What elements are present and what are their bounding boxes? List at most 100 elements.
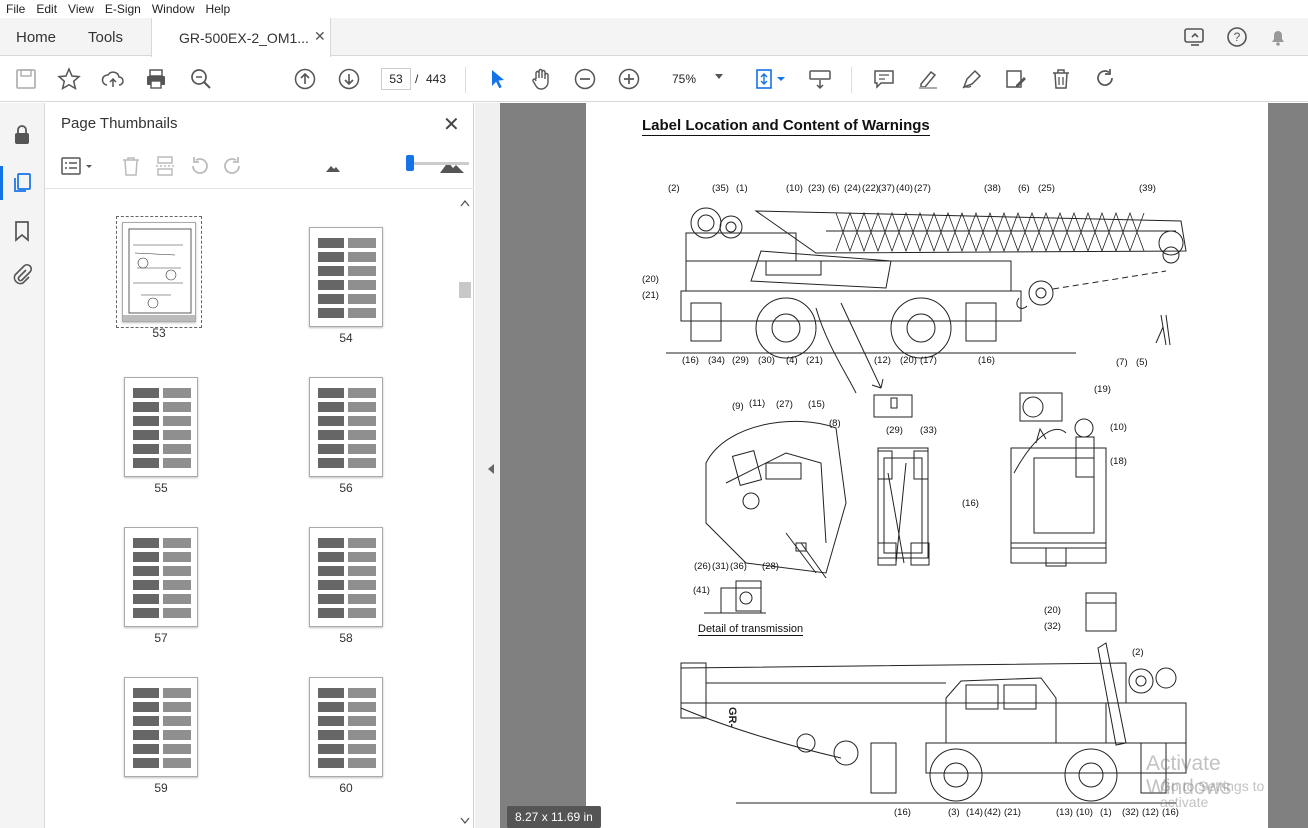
select-cursor-icon[interactable] [486,67,510,91]
keyboard-scroll-icon[interactable] [808,67,832,91]
thumbnail-options-menu-icon[interactable] [61,155,95,177]
callout-label-top: (20) [642,274,659,285]
menu-file[interactable]: File [6,2,25,16]
page-thumbnail[interactable] [124,377,198,477]
menu-view[interactable]: View [68,2,94,16]
callout-label-bottom: (21) [1004,807,1021,818]
page-thumbnail[interactable] [309,377,383,477]
rail-active-indicator [0,166,3,200]
thumbnail-page-number: 53 [152,326,166,340]
page-thumbnail[interactable] [309,227,383,327]
sign-pen-icon[interactable] [960,67,984,91]
thumbnail-page-number: 58 [339,631,353,645]
share-screen-icon[interactable] [1183,26,1207,48]
callout-label-middle: (18) [1110,456,1127,467]
menu-edit[interactable]: Edit [36,2,57,16]
hand-pan-icon[interactable] [529,67,553,91]
zoom-out-icon[interactable] [573,67,597,91]
thumbnail-page-number: 54 [339,331,353,345]
crane-warning-label-diagram: (2) (35) (1) (10) (23) (6) (24) (22) (37) (40) (27… [642,183,1187,818]
page-thumbnail[interactable] [124,677,198,777]
highlight-pen-icon[interactable] [916,67,940,91]
delete-trash-icon[interactable] [1049,67,1073,91]
chevron-down-icon[interactable] [715,74,723,79]
callout-label-top: (5) [1136,357,1148,368]
callout-label-middle: (31) [712,561,729,572]
collapse-arrow-icon[interactable] [488,464,494,474]
fit-dropdown-chevron-icon[interactable] [776,67,786,91]
windows-activation-subtext: Go to Settings to activate [1160,778,1265,810]
toolbar-divider [851,67,852,93]
tab-tools[interactable]: Tools [88,29,123,46]
callout-label-bottom: (42) [984,807,1001,818]
thumbnail-size-slider-handle[interactable] [406,155,414,171]
page-thumbnail[interactable] [116,216,202,328]
page-number-input[interactable]: 53 [381,68,411,90]
extract-page-icon[interactable] [154,155,176,177]
comment-icon[interactable] [872,67,896,91]
thumbnail-page-number: 59 [154,781,168,795]
toolbar-divider [465,67,466,93]
attachment-paperclip-icon[interactable] [10,263,34,287]
callout-label-top: (17) [920,355,937,366]
zoom-search-icon[interactable] [189,67,213,91]
previous-page-icon[interactable] [293,67,317,91]
callout-label-top: (34) [708,355,725,366]
large-thumbnail-mountain-icon[interactable] [439,155,465,177]
page-thumbnails-panel: Page Thumbnails ✕ 53 54 55 56 57 58 59 60 [45,103,474,828]
next-page-icon[interactable] [337,67,361,91]
callout-label-middle: (32) [1044,621,1061,632]
callout-label-top: (12) [874,355,891,366]
bookmark-star-icon[interactable] [57,67,81,91]
callout-label-middle: (20) [1044,605,1061,616]
lock-icon[interactable] [10,123,34,147]
callout-label-top: (22) [862,183,879,194]
tab-document[interactable]: GR-500EX-2_OM1... ✕ [151,18,331,57]
callout-label-bottom: (10) [1076,807,1093,818]
callout-label-bottom: (1) [1100,807,1112,818]
tab-home[interactable]: Home [16,29,56,46]
callout-labels: (2) (35) (1) (10) (23) (6) (24) (22) (37) (40) (27… [642,183,1179,818]
callout-label-top: (1) [736,183,748,194]
rotate-counterclockwise-icon[interactable] [188,155,210,177]
detail-caption: Detail of transmission [698,623,804,636]
print-icon[interactable] [144,67,168,91]
thumbnail-scrollbar[interactable] [458,196,472,828]
page-thumbnail[interactable] [309,527,383,627]
page-thumbnail[interactable] [309,677,383,777]
thumbnail-page-number: 55 [154,481,168,495]
page-thumbnails-icon[interactable] [10,171,34,195]
help-icon[interactable]: ? [1225,26,1249,48]
menu-window[interactable]: Window [152,2,195,16]
callout-label-top: (21) [642,290,659,301]
thumbnail-size-slider-track[interactable] [407,162,469,165]
callout-label-top: (30) [758,355,775,366]
callout-label-bottom: (13) [1056,807,1073,818]
save-icon[interactable] [14,67,38,91]
callout-label-top: (38) [984,183,1001,194]
panel-title: Page Thumbnails [61,115,178,132]
page-separator: / [415,72,419,86]
menu-esign[interactable]: E-Sign [105,2,141,16]
notification-bell-icon[interactable] [1266,26,1290,48]
panel-close-icon[interactable]: ✕ [443,112,460,137]
callout-label-top: (40) [896,183,913,194]
callout-label-top: (39) [1139,183,1156,194]
document-viewport[interactable]: Label Location and Content of Warnings (… [500,103,1308,828]
menu-help[interactable]: Help [206,2,231,16]
zoom-level-select[interactable]: 75% [660,68,730,90]
callout-label-top: (2) [668,183,680,194]
tab-close-icon[interactable]: ✕ [314,28,326,45]
page-thumbnail[interactable] [124,527,198,627]
bookmark-icon[interactable] [10,219,34,243]
upload-cloud-icon[interactable] [101,67,125,91]
delete-page-icon[interactable] [120,155,142,177]
fit-page-icon[interactable] [752,67,776,91]
callout-label-middle: (28) [762,561,779,572]
redo-rotate-icon[interactable] [1093,67,1117,91]
callout-label-bottom: (32) [1122,807,1139,818]
small-thumbnail-mountain-icon[interactable] [325,155,341,177]
edit-pdf-icon[interactable] [1004,67,1028,91]
zoom-in-icon[interactable] [617,67,641,91]
rotate-clockwise-icon[interactable] [222,155,244,177]
